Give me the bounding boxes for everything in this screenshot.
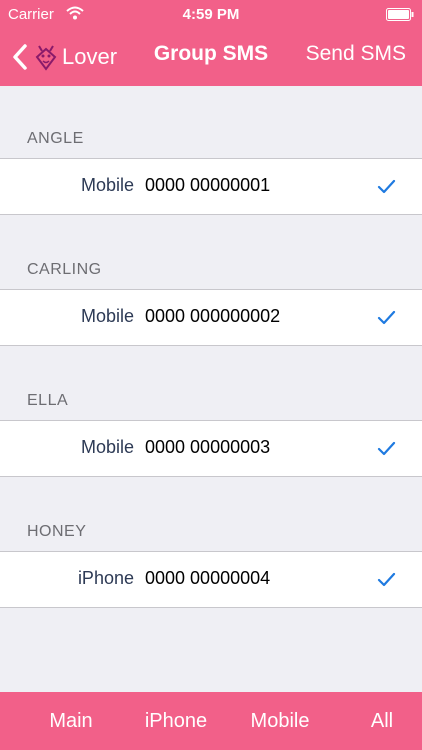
contact-row[interactable]: iPhone 0000 00000004 (0, 551, 422, 608)
phone-type-label: Mobile (80, 437, 134, 457)
section-header: ANGLE (27, 130, 84, 147)
nav-bar: Lover Group SMS Send SMS (0, 30, 422, 86)
tab-iphone[interactable]: iPhone (126, 692, 226, 750)
header: Carrier 4:59 PM Lover Group SMS Send SMS (0, 0, 422, 86)
contact-row[interactable]: Mobile 0000 00000001 (0, 158, 422, 215)
section-header: HONEY (27, 523, 87, 540)
tab-all[interactable]: All (350, 692, 414, 750)
tab-bar: Main iPhone Mobile All (0, 692, 422, 750)
chevron-back-icon (13, 44, 27, 70)
status-bar: Carrier 4:59 PM (0, 0, 422, 30)
checkmark-icon (377, 572, 396, 587)
status-time: 4:59 PM (182, 6, 240, 23)
back-label: Lover (62, 44, 118, 69)
phone-number: 0000 000000002 (145, 306, 281, 326)
contact-list: ANGLE Mobile 0000 00000001 CARLING Mobil… (0, 86, 422, 692)
checkmark-icon (377, 179, 396, 194)
phone-number: 0000 00000004 (145, 568, 271, 588)
phone-type-label: Mobile (80, 306, 134, 326)
tab-main[interactable]: Main (22, 692, 120, 750)
contact-row[interactable]: Mobile 0000 000000002 (0, 289, 422, 346)
phone-number: 0000 00000003 (145, 437, 271, 457)
tab-mobile[interactable]: Mobile (230, 692, 330, 750)
section-header: ELLA (27, 392, 69, 409)
phone-type-label: Mobile (80, 175, 134, 195)
back-button[interactable]: Lover (10, 40, 117, 74)
phone-type-label: iPhone (77, 568, 134, 588)
battery-icon (386, 8, 414, 21)
lover-icon (35, 45, 57, 71)
checkmark-icon (377, 441, 396, 456)
section-header: CARLING (27, 261, 102, 278)
phone-number: 0000 00000001 (145, 175, 271, 195)
checkmark-icon (377, 310, 396, 325)
contact-row[interactable]: Mobile 0000 00000003 (0, 420, 422, 477)
send-sms-button[interactable]: Send SMS (306, 42, 406, 66)
